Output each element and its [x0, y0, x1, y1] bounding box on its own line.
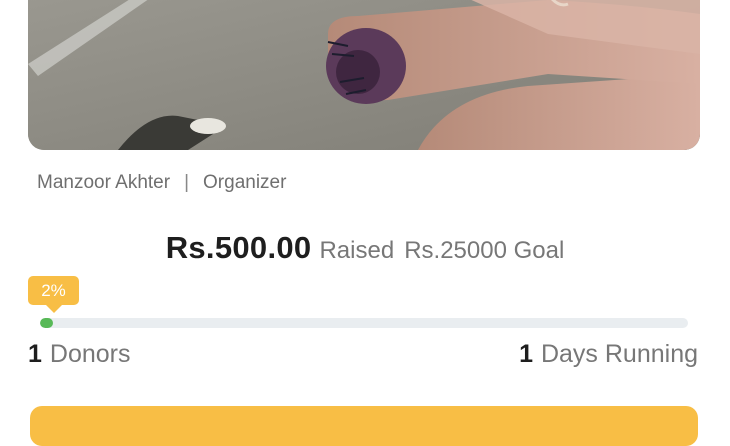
progress-fill	[40, 318, 53, 328]
donors-count: 1	[28, 340, 42, 368]
amount-raised: Rs.500.00	[165, 230, 312, 265]
funding-summary: Rs.500.00 Raised Rs.25000 Goal	[0, 230, 730, 266]
days-count: 1	[519, 340, 533, 368]
raised-label: Raised	[319, 237, 395, 264]
progress-bar	[40, 318, 688, 328]
organizer-name[interactable]: Manzoor Akhter	[37, 172, 170, 193]
organizer-info: Manzoor Akhter | Organizer	[37, 172, 286, 194]
donors-label: Donors	[49, 340, 131, 368]
days-label: Days Running	[540, 340, 698, 368]
campaign-image	[28, 0, 700, 150]
separator: |	[184, 172, 190, 193]
goal-amount: Rs.25000 Goal	[404, 237, 565, 264]
donors-stat: 1 Donors	[28, 340, 131, 369]
organizer-role: Organizer	[203, 172, 287, 193]
percent-badge: 2%	[28, 276, 79, 313]
donate-button[interactable]	[30, 406, 698, 446]
days-stat: 1 Days Running	[519, 340, 698, 369]
